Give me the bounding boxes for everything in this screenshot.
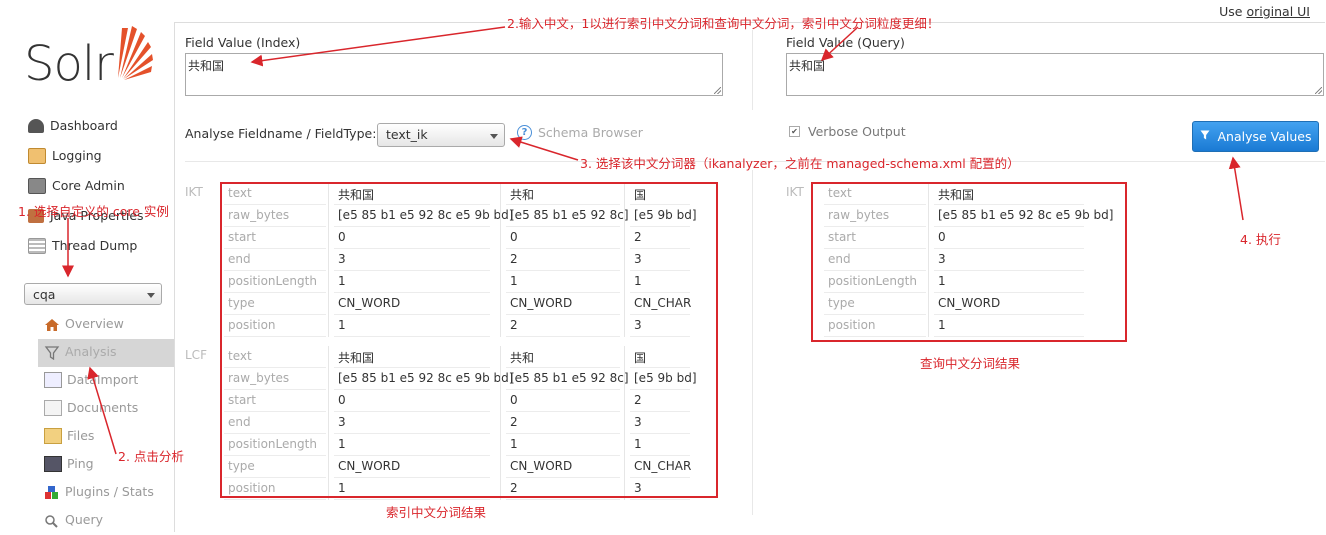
core-item-label: DataImport <box>67 372 139 387</box>
core-item-label: Query <box>65 512 103 527</box>
stage-label: LCF <box>185 348 207 362</box>
original-ui-link[interactable]: original UI <box>1246 4 1310 19</box>
result-divider <box>752 170 753 515</box>
core-item-label: Documents <box>67 400 139 415</box>
verbose-label: Verbose Output <box>808 124 906 139</box>
core-item-label: Ping <box>67 456 94 471</box>
index-field-label: Field Value (Index) <box>185 35 301 50</box>
stage-label: IKT <box>786 185 804 199</box>
solr-logo-text: Solr <box>24 36 114 92</box>
chevron-down-icon <box>490 134 498 139</box>
sidebar-item-label: Thread Dump <box>52 238 138 253</box>
index-result-highlight-box <box>220 182 718 498</box>
analyse-values-button[interactable]: Analyse Values <box>1192 121 1319 152</box>
fieldtype-label: Analyse Fieldname / FieldType: <box>185 126 377 141</box>
schema-browser-link[interactable]: ? Schema Browser <box>517 125 643 140</box>
thread-dump-icon <box>28 238 46 254</box>
core-item-analysis[interactable]: Analysis <box>44 341 117 363</box>
annotation-step-1: 1. 选择自定义的 core 实例 <box>18 204 169 219</box>
query-value-text: 共和国 <box>789 59 826 73</box>
core-item-query[interactable]: Query <box>44 509 103 531</box>
core-item-label: Files <box>67 428 95 443</box>
core-item-dataimport[interactable]: DataImport <box>44 369 138 391</box>
query-field-label: Field Value (Query) <box>786 35 905 50</box>
original-ui-toggle: Use original UI <box>1219 4 1310 19</box>
field-divider <box>752 30 753 110</box>
resize-grip-icon[interactable] <box>1315 87 1322 94</box>
analyse-values-label: Analyse Values <box>1217 129 1312 144</box>
query-value-input[interactable]: 共和国 <box>786 53 1324 96</box>
index-value-input[interactable]: 共和国 <box>185 53 723 96</box>
solr-logo-icon <box>118 26 153 80</box>
core-item-plugins-stats[interactable]: Plugins / Stats <box>44 481 154 503</box>
sidebar-item-logging[interactable]: Logging <box>28 145 102 167</box>
sidebar-item-label: Logging <box>52 148 102 163</box>
help-icon: ? <box>517 125 532 140</box>
query-icon <box>44 513 60 528</box>
dataimport-icon <box>44 372 62 388</box>
filter-icon <box>44 345 60 361</box>
sidebar-item-thread-dump[interactable]: Thread Dump <box>28 235 137 257</box>
index-value-text: 共和国 <box>188 59 225 73</box>
annotation-step-3: 3. 选择该中文分词器（ikanalyzer，之前在 managed-schem… <box>580 156 1020 171</box>
schema-browser-label: Schema Browser <box>538 125 643 140</box>
core-selector-value: cqa <box>33 287 56 302</box>
query-result-highlight-box <box>811 182 1127 342</box>
core-admin-icon <box>28 178 46 194</box>
core-item-label: Overview <box>65 316 124 331</box>
annotation-query-result: 查询中文分词结果 <box>920 356 1021 371</box>
annotation-step-2b: 2. 点击分析 <box>118 449 184 464</box>
chevron-down-icon <box>147 293 155 298</box>
fieldtype-select-value: text_ik <box>386 127 428 142</box>
annotation-step-4: 4. 执行 <box>1240 232 1281 247</box>
core-item-label: Analysis <box>65 344 117 359</box>
fieldtype-select[interactable]: text_ik <box>377 123 505 147</box>
row-separator <box>334 499 490 500</box>
sidebar-item-label: Dashboard <box>50 118 118 133</box>
sidebar-item-core-admin[interactable]: Core Admin <box>28 175 125 197</box>
sidebar-item-dashboard[interactable]: Dashboard <box>28 115 118 137</box>
sidebar-item-label: Core Admin <box>52 178 125 193</box>
stage-label: IKT <box>185 185 203 199</box>
documents-icon <box>44 400 62 416</box>
filter-icon <box>1199 129 1211 144</box>
annotation-index-result: 索引中文分词结果 <box>386 505 487 520</box>
plugins-icon <box>44 485 60 499</box>
core-item-files[interactable]: Files <box>44 425 94 447</box>
logging-icon <box>28 148 46 164</box>
row-separator <box>630 499 690 500</box>
row-separator <box>224 499 326 500</box>
resize-grip-icon[interactable] <box>714 87 721 94</box>
row-separator <box>506 499 620 500</box>
core-item-ping[interactable]: Ping <box>44 453 94 475</box>
verbose-output-toggle[interactable]: ✔ Verbose Output <box>789 124 906 139</box>
core-item-overview[interactable]: Overview <box>44 313 124 335</box>
files-icon <box>44 428 62 444</box>
use-text: Use <box>1219 4 1243 19</box>
ping-icon <box>44 456 62 472</box>
dashboard-icon <box>28 119 44 133</box>
core-selector[interactable]: cqa <box>24 283 162 305</box>
core-item-documents[interactable]: Documents <box>44 397 138 419</box>
verbose-checkbox[interactable]: ✔ <box>789 126 800 137</box>
annotation-step-2: 2.输入中文，1以进行索引中文分词和查询中文分词，索引中文分词粒度更细！ <box>507 16 940 31</box>
core-item-label: Plugins / Stats <box>65 484 154 499</box>
home-icon <box>44 317 60 331</box>
